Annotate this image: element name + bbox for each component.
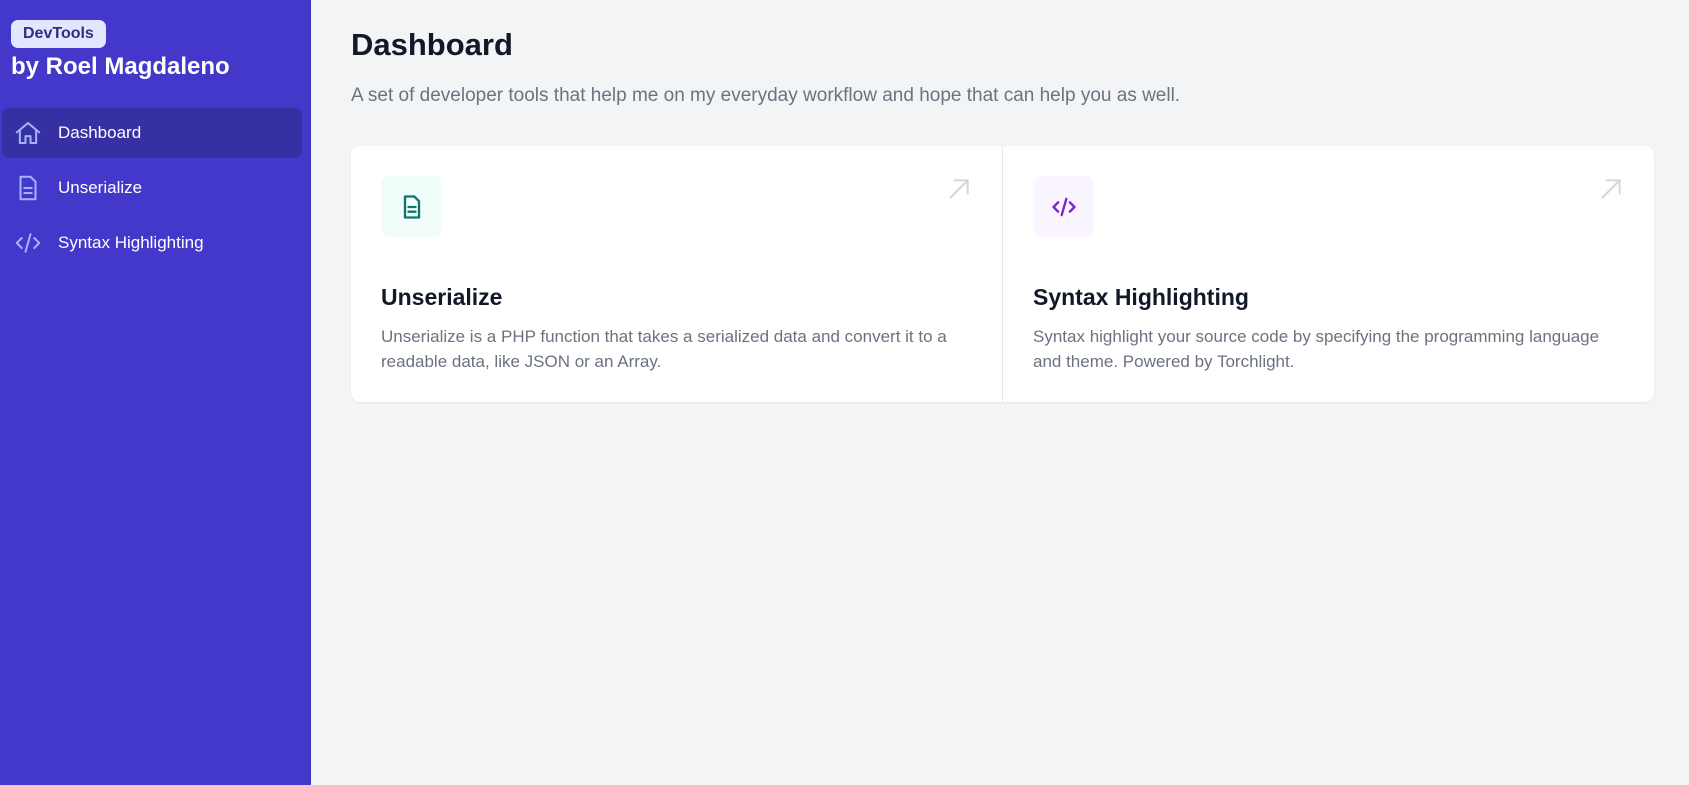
sidebar-item-dashboard[interactable]: Dashboard (2, 108, 302, 158)
main-content: Dashboard A set of developer tools that … (311, 0, 1689, 785)
code-icon (1051, 197, 1076, 216)
app-root: DevTools by Roel Magdaleno Dashboard Uns… (0, 0, 1689, 785)
page-title: Dashboard (351, 27, 513, 62)
sidebar: DevTools by Roel Magdaleno Dashboard Uns… (0, 0, 311, 785)
brand: DevTools by Roel Magdaleno (0, 20, 311, 82)
document-icon (403, 194, 420, 219)
sidebar-nav: Dashboard Unserialize Syntax Highlightin… (0, 108, 311, 268)
arrow-up-right-icon (1598, 176, 1624, 202)
card-description: Unserialize is a PHP function that takes… (381, 327, 947, 371)
brand-title: by Roel Magdaleno (11, 53, 230, 80)
home-icon (12, 117, 44, 149)
sidebar-item-label: Dashboard (58, 123, 142, 142)
sidebar-item-label: Syntax Highlighting (58, 233, 204, 252)
sidebar-item-label: Unserialize (58, 178, 143, 197)
tool-cards: Unserialize Unserialize is a PHP functio… (351, 146, 1654, 402)
card-description: Syntax highlight your source code by spe… (1033, 327, 1600, 371)
sidebar-item-syntax-highlighting[interactable]: Syntax Highlighting (2, 218, 302, 268)
card-title: Unserialize (381, 284, 503, 310)
sidebar-item-unserialize[interactable]: Unserialize (2, 163, 302, 213)
brand-badge: DevTools (11, 20, 106, 48)
code-icon (12, 227, 44, 259)
document-icon (12, 172, 44, 204)
card-title: Syntax Highlighting (1033, 284, 1249, 310)
card-icon-box (381, 176, 442, 237)
page-subtitle: A set of developer tools that help me on… (351, 85, 1181, 106)
card-unserialize[interactable]: Unserialize Unserialize is a PHP functio… (351, 146, 1002, 402)
card-syntax-highlighting[interactable]: Syntax Highlighting Syntax highlight you… (1002, 146, 1654, 402)
arrow-up-right-icon (946, 176, 972, 202)
card-icon-box (1033, 176, 1094, 237)
